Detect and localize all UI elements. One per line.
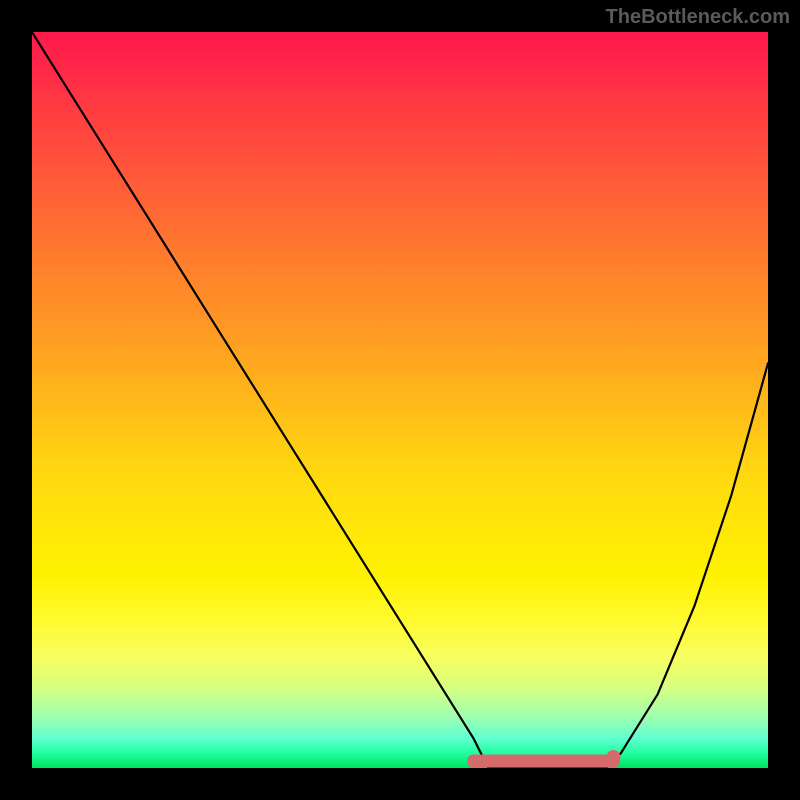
heatmap-gradient-background xyxy=(32,32,768,768)
bottleneck-chart: TheBottleneck.com xyxy=(0,0,800,800)
attribution-watermark: TheBottleneck.com xyxy=(606,6,790,29)
